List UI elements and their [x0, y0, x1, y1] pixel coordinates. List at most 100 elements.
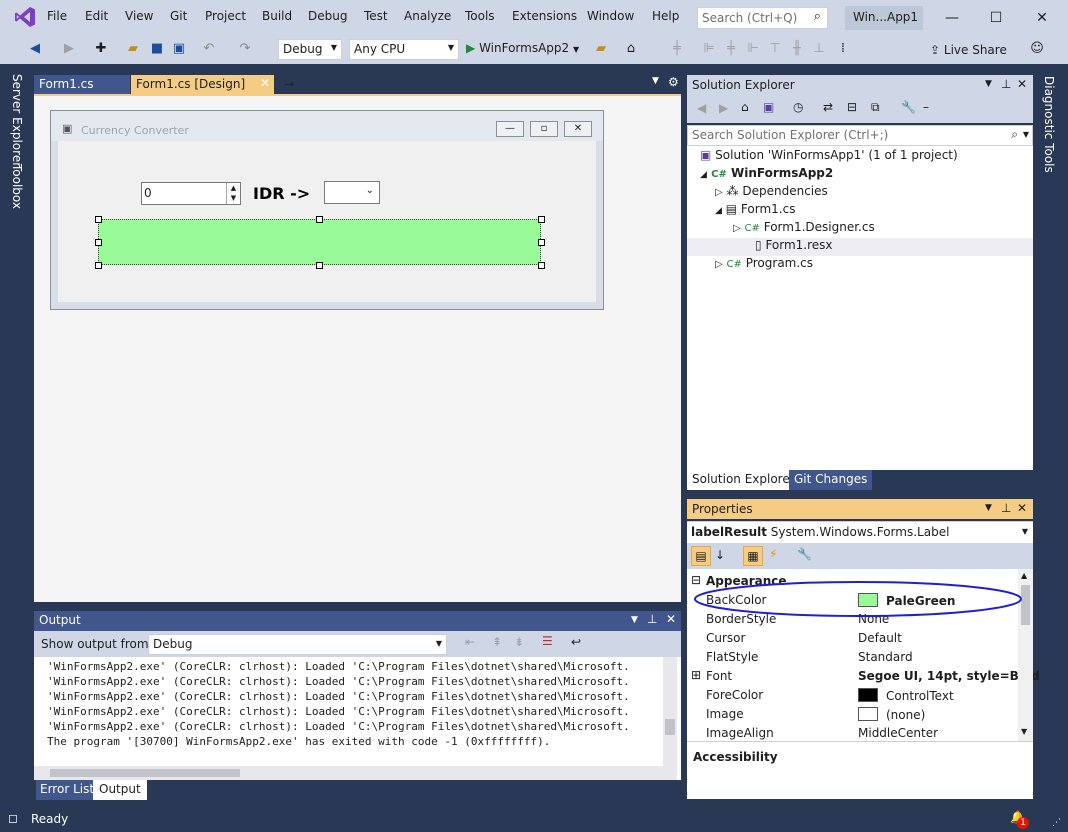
menu-edit[interactable]: Edit — [85, 9, 108, 23]
categorized-icon[interactable]: ▤ — [691, 546, 711, 566]
search-icon[interactable]: ⌕ — [1011, 127, 1018, 142]
designer-form[interactable]: ▣ Currency Converter — ▫ ✕ — [50, 110, 604, 310]
idr-label[interactable]: IDR -> — [253, 184, 310, 203]
start-debugging-button[interactable]: ▶ WinFormsApp2 ▼ — [466, 41, 579, 55]
resize-grip-icon[interactable]: ⋰ — [1052, 818, 1061, 828]
save-all-icon[interactable]: ▣ — [170, 40, 188, 58]
tree-item-dependencies[interactable]: ▷ ⁂ Dependencies — [715, 184, 828, 202]
find-in-files-icon[interactable]: ▰ — [592, 40, 610, 58]
resize-handle[interactable] — [538, 239, 545, 246]
new-project-icon[interactable]: ✚ — [92, 40, 110, 58]
resize-handle[interactable] — [95, 262, 102, 269]
prop-row-flatstyle[interactable]: FlatStyle Standard — [687, 648, 1017, 667]
prop-value[interactable]: Standard — [858, 650, 913, 664]
forward-icon[interactable]: ▶ — [60, 40, 78, 58]
undo-icon[interactable]: ↶ — [200, 40, 218, 58]
menu-build[interactable]: Build — [262, 9, 292, 23]
menu-view[interactable]: View — [125, 9, 153, 23]
property-pages-icon[interactable]: 🔧 — [797, 547, 812, 561]
home-icon[interactable]: ⌂ — [741, 100, 749, 114]
align-center-icon[interactable]: ╪ — [722, 40, 740, 58]
visual-studio-logo-icon[interactable] — [14, 6, 36, 28]
pin-icon[interactable]: ⊸ — [284, 77, 294, 91]
object-selector[interactable]: labelResult System.Windows.Forms.Label ▼ — [687, 521, 1033, 543]
resize-handle[interactable] — [316, 262, 323, 269]
horizontal-scrollbar[interactable] — [34, 766, 663, 780]
tab-error-list[interactable]: Error List — [36, 780, 99, 800]
align-top-icon[interactable]: ⊤ — [766, 40, 784, 58]
tab-form1-design[interactable]: Form1.cs [Design] ⊸ — [131, 75, 294, 94]
resize-handle[interactable] — [95, 216, 102, 223]
tree-item-form1-designer[interactable]: ▷ C# Form1.Designer.cs — [733, 220, 875, 238]
tree-item-solution[interactable]: ▣ Solution 'WinFormsApp1' (1 of 1 projec… — [700, 148, 958, 166]
chevron-down-icon[interactable]: ▼ — [631, 615, 638, 625]
menu-file[interactable]: File — [47, 9, 67, 23]
forward-icon[interactable]: ▶ — [719, 101, 728, 115]
prop-row-font[interactable]: ⊞ Font Segoe UI, 14pt, style=Bold — [687, 667, 1040, 686]
configuration-select[interactable]: Debug ▼ — [278, 39, 342, 60]
tab-output[interactable]: Output — [93, 780, 147, 800]
align-bottom-icon[interactable]: ⊥ — [810, 40, 828, 58]
properties-view-icon[interactable]: ▦ — [743, 546, 763, 566]
pending-changes-icon[interactable]: ◷ — [793, 100, 803, 114]
clear-all-icon[interactable]: ☰ — [542, 634, 553, 648]
minimize-icon[interactable]: — — [938, 6, 966, 30]
chevron-down-icon[interactable]: ▼ — [1023, 130, 1029, 139]
menu-analyze[interactable]: Analyze — [404, 9, 451, 23]
resize-handle[interactable] — [95, 239, 102, 246]
live-share-button[interactable]: ⇪ Live Share — [930, 43, 1007, 57]
back-icon[interactable]: ◀ — [26, 40, 44, 58]
expand-icon[interactable]: ⊞ — [691, 668, 701, 682]
output-text[interactable]: 'WinFormsApp2.exe' (CoreCLR: clrhost): L… — [34, 657, 681, 780]
tree-item-form1[interactable]: ◢ ▤ Form1.cs — [715, 202, 795, 220]
save-icon[interactable]: ■ — [148, 40, 166, 58]
prop-row-image[interactable]: Image (none) — [687, 705, 1017, 724]
close-icon[interactable]: ✕ — [666, 612, 676, 626]
resize-handle[interactable] — [538, 216, 545, 223]
close-tab-icon[interactable]: ✕ — [260, 76, 270, 90]
toolbar-overflow-icon[interactable]: ⁞ — [834, 40, 852, 58]
redo-icon[interactable]: ↷ — [236, 40, 254, 58]
align-left-icon[interactable]: ⊫ — [700, 40, 718, 58]
prop-value[interactable]: Default — [858, 631, 902, 645]
find-message-icon[interactable]: ⇤ — [465, 635, 475, 649]
scrollbar-thumb[interactable] — [665, 719, 675, 735]
pin-icon[interactable]: ⊥ — [647, 612, 657, 626]
feedback-icon[interactable]: ☺ — [1028, 40, 1046, 58]
scroll-down-icon[interactable]: ▼ — [1021, 727, 1027, 736]
currency-combobox[interactable]: ⌄ — [324, 181, 380, 204]
toolbox-tab[interactable]: Toolbox — [10, 164, 24, 209]
prop-row-cursor[interactable]: Cursor Default — [687, 629, 1017, 648]
properties-wrench-icon[interactable]: 🔧 — [901, 100, 916, 114]
pin-icon[interactable]: ⊥ — [1001, 501, 1011, 515]
output-source-select[interactable]: Debug ▼ — [148, 634, 447, 655]
collapse-all-icon[interactable]: ⊟ — [847, 100, 857, 114]
resize-handle[interactable] — [538, 262, 545, 269]
amount-numeric-updown[interactable]: 0 ▲ ▼ — [141, 182, 241, 205]
menu-project[interactable]: Project — [205, 9, 246, 23]
menu-test[interactable]: Test — [364, 9, 388, 23]
close-icon[interactable]: ✕ — [1017, 77, 1027, 91]
tab-form1-cs[interactable]: Form1.cs — [34, 75, 130, 94]
prop-value[interactable]: Segoe UI, 14pt, style=Bold — [858, 669, 1040, 683]
resize-handle[interactable] — [316, 216, 323, 223]
previous-message-icon[interactable]: ⇞ — [492, 635, 502, 649]
tree-item-program[interactable]: ▷ C# Program.cs — [715, 256, 813, 274]
menu-help[interactable]: Help — [652, 9, 679, 23]
home-icon[interactable]: ⌂ — [622, 40, 640, 58]
tab-solution-explorer[interactable]: Solution Explorer — [687, 470, 800, 490]
vertical-scrollbar[interactable] — [663, 657, 677, 780]
tab-git-changes[interactable]: Git Changes — [789, 470, 873, 490]
menu-tools[interactable]: Tools — [465, 9, 495, 23]
next-message-icon[interactable]: ⇟ — [514, 635, 524, 649]
show-all-files-icon[interactable]: ⧉ — [871, 100, 880, 115]
platform-select[interactable]: Any CPU ▼ — [349, 39, 459, 60]
alphabetical-icon[interactable]: ↓ — [715, 548, 725, 562]
switch-views-icon[interactable]: ▣ — [763, 100, 774, 114]
back-icon[interactable]: ◀ — [697, 101, 706, 115]
prop-value[interactable]: (none) — [858, 707, 925, 722]
close-icon[interactable]: ✕ — [1028, 6, 1056, 30]
menu-extensions[interactable]: Extensions — [512, 9, 577, 23]
property-grid[interactable]: ⊟ Appearance BackColor PaleGreen BorderS… — [687, 569, 1040, 741]
gear-icon[interactable]: ⚙ — [668, 75, 679, 89]
